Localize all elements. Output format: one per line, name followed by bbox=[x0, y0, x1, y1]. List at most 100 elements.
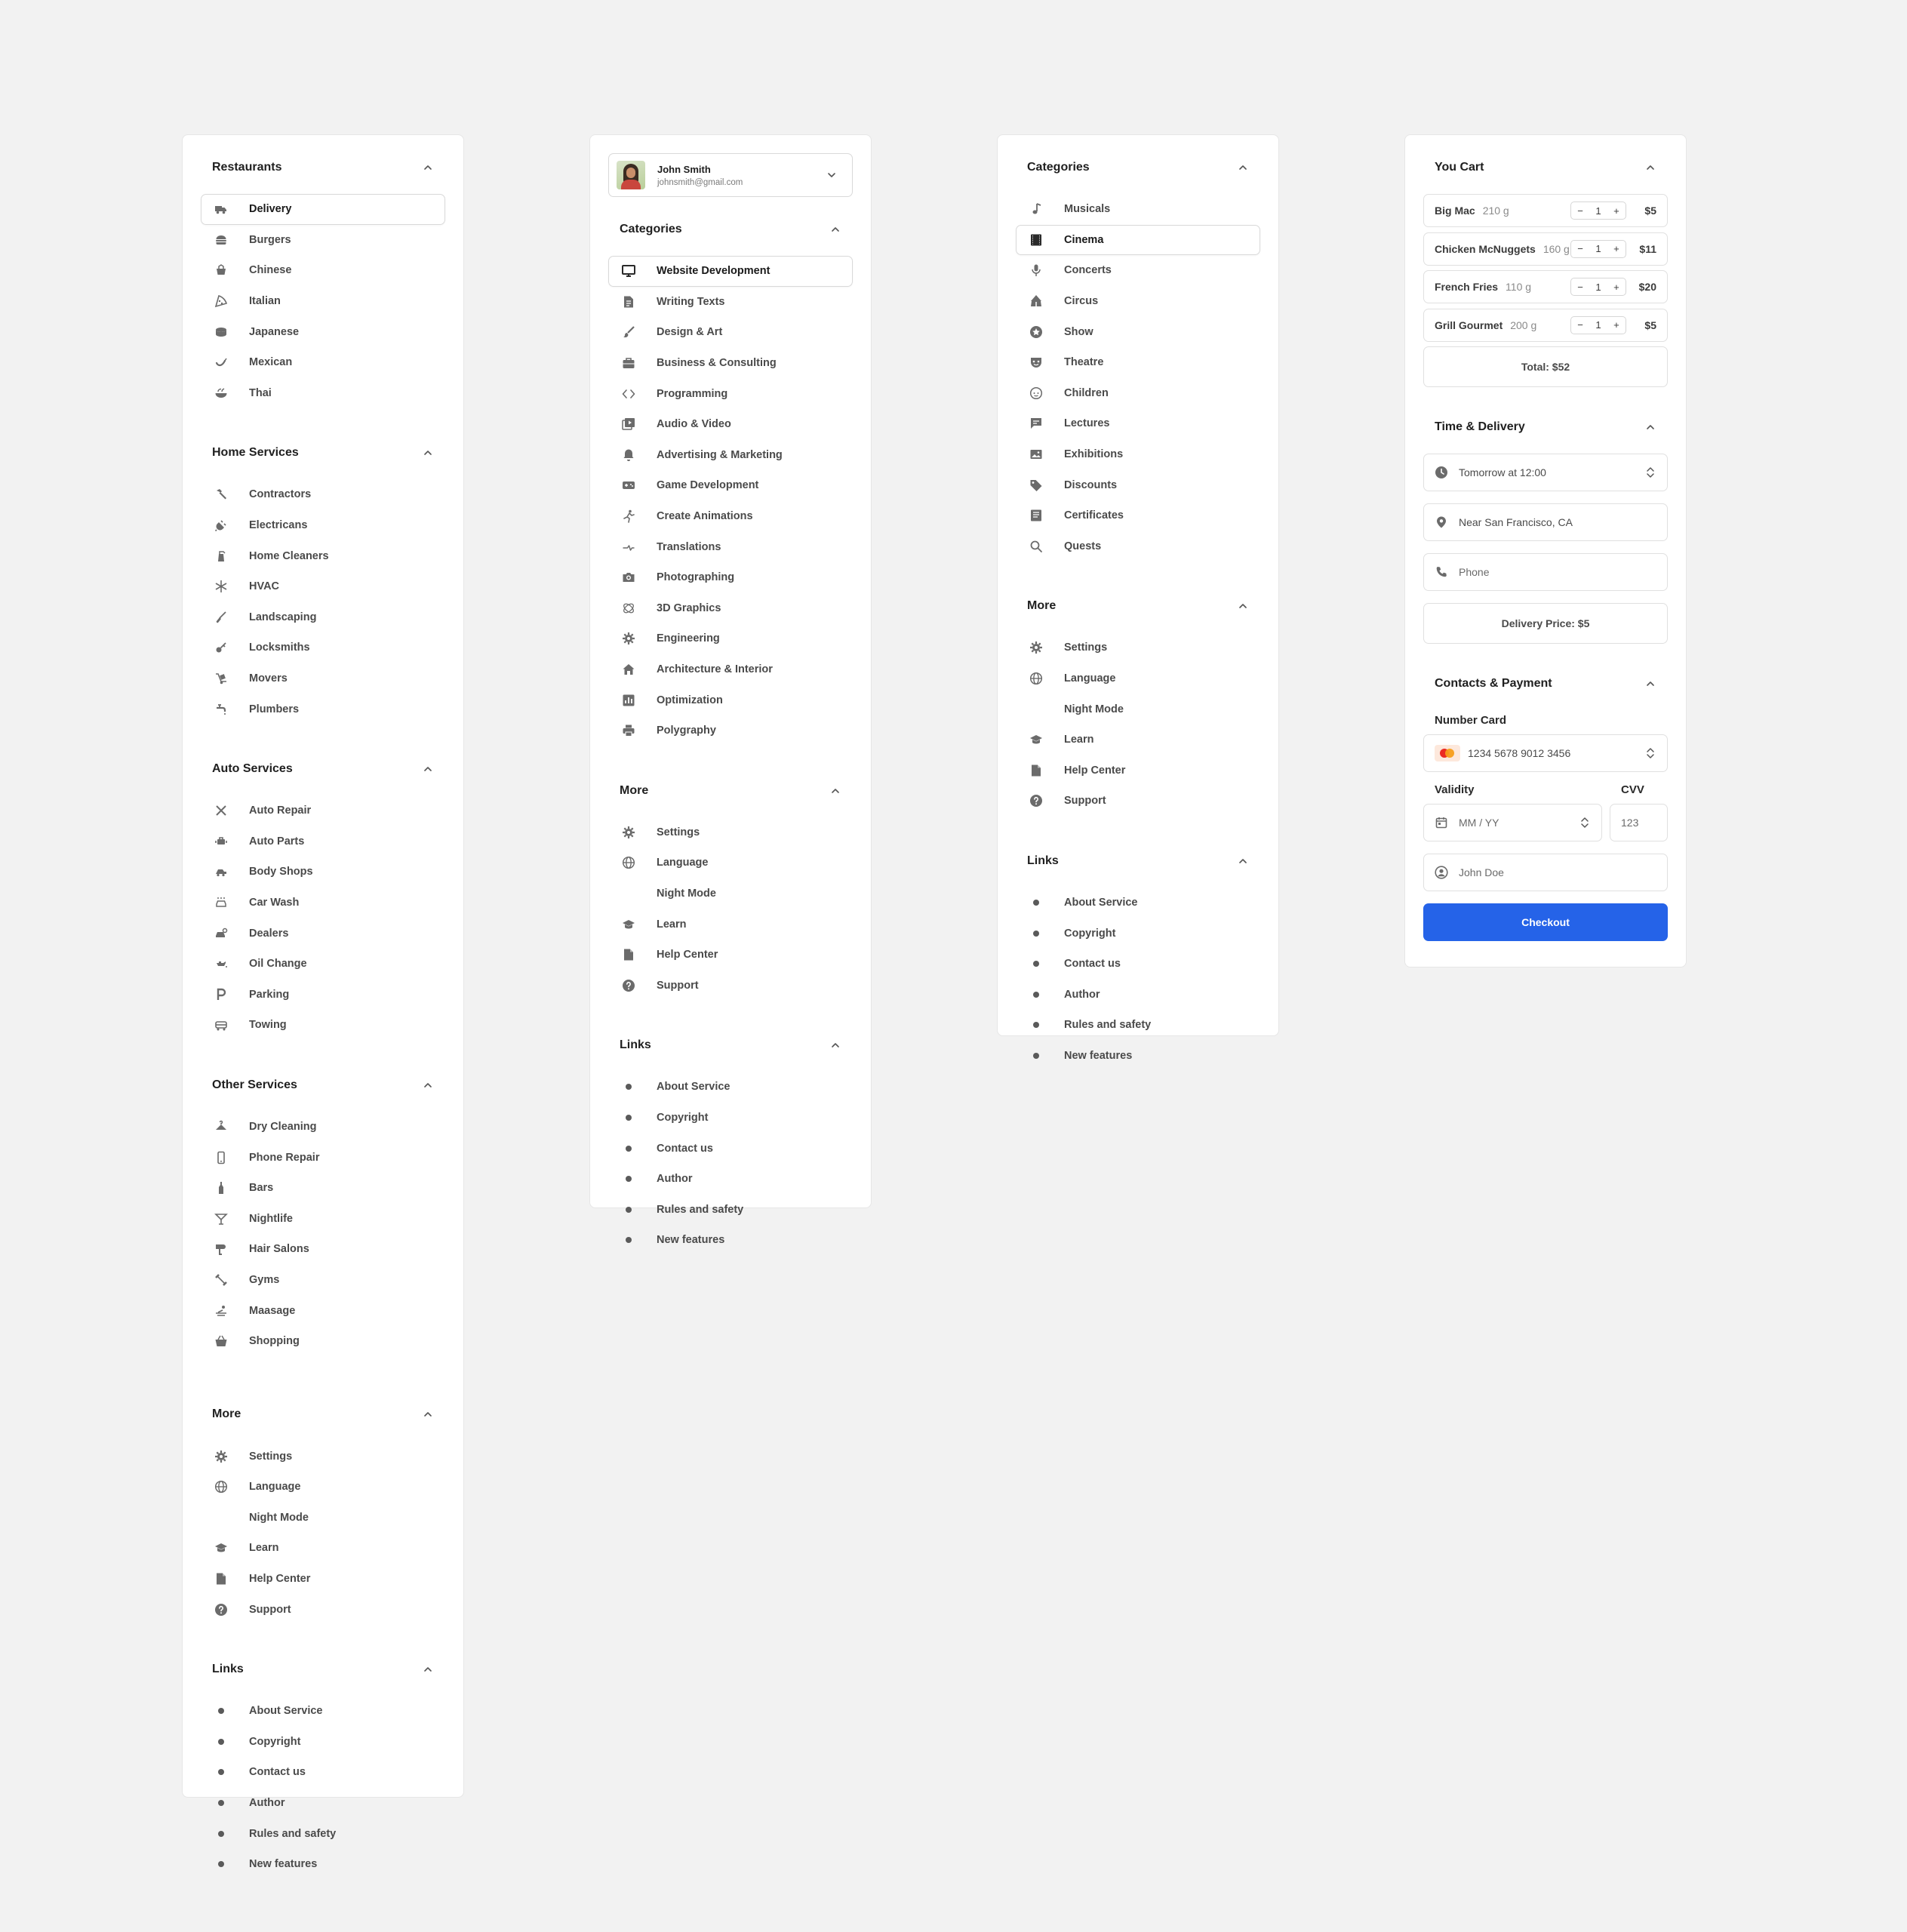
section-header-links[interactable]: Links bbox=[201, 1637, 445, 1702]
menu-item-photographing[interactable]: Photographing bbox=[608, 562, 853, 593]
menu-item-help-center[interactable]: Help Center bbox=[201, 1564, 445, 1595]
menu-item-japanese[interactable]: Japanese bbox=[201, 316, 445, 347]
menu-item-architecture-interior[interactable]: Architecture & Interior bbox=[608, 654, 853, 685]
menu-item-landscaping[interactable]: Landscaping bbox=[201, 602, 445, 633]
menu-item-rules-and-safety[interactable]: Rules and safety bbox=[1016, 1010, 1260, 1041]
user-account-switcher[interactable]: John Smith johnsmith@gmail.com bbox=[608, 153, 853, 197]
menu-item-dealers[interactable]: Dealers bbox=[201, 918, 445, 949]
menu-item-hvac[interactable]: HVAC bbox=[201, 571, 445, 602]
menu-item-quests[interactable]: Quests bbox=[1016, 531, 1260, 562]
section-header-more[interactable]: More bbox=[1016, 574, 1260, 638]
menu-item-chinese[interactable]: Chinese bbox=[201, 255, 445, 286]
menu-item-certificates[interactable]: Certificates bbox=[1016, 500, 1260, 531]
menu-item-audio-video[interactable]: Audio & Video bbox=[608, 409, 853, 440]
menu-item-gyms[interactable]: Gyms bbox=[201, 1265, 445, 1296]
checkout-button[interactable]: Checkout bbox=[1423, 903, 1668, 941]
menu-item-3d-graphics[interactable]: 3D Graphics bbox=[608, 593, 853, 624]
menu-item-author[interactable]: Author bbox=[201, 1788, 445, 1819]
menu-item-help-center[interactable]: Help Center bbox=[608, 940, 853, 971]
menu-item-contractors[interactable]: Contractors bbox=[201, 479, 445, 510]
menu-item-language[interactable]: Language bbox=[201, 1472, 445, 1503]
menu-item-body-shops[interactable]: Body Shops bbox=[201, 857, 445, 888]
menu-item-support[interactable]: Support bbox=[608, 970, 853, 1001]
menu-item-programming[interactable]: Programming bbox=[608, 378, 853, 409]
menu-item-lectures[interactable]: Lectures bbox=[1016, 408, 1260, 439]
decrement-button[interactable]: − bbox=[1577, 319, 1583, 331]
menu-item-oil-change[interactable]: Oil Change bbox=[201, 949, 445, 980]
menu-item-settings[interactable]: Settings bbox=[201, 1441, 445, 1472]
increment-button[interactable]: + bbox=[1613, 205, 1619, 217]
menu-item-copyright[interactable]: Copyright bbox=[608, 1103, 853, 1134]
menu-item-learn[interactable]: Learn bbox=[1016, 724, 1260, 755]
menu-item-dry-cleaning[interactable]: Dry Cleaning bbox=[201, 1112, 445, 1143]
menu-item-game-development[interactable]: Game Development bbox=[608, 470, 853, 501]
menu-item-hair-salons[interactable]: Hair Salons bbox=[201, 1234, 445, 1265]
menu-item-car-wash[interactable]: Car Wash bbox=[201, 888, 445, 918]
section-header-other-services[interactable]: Other Services bbox=[201, 1053, 445, 1118]
menu-item-shopping[interactable]: Shopping bbox=[201, 1326, 445, 1357]
increment-button[interactable]: + bbox=[1613, 281, 1619, 293]
menu-item-show[interactable]: Show bbox=[1016, 316, 1260, 347]
menu-item-copyright[interactable]: Copyright bbox=[1016, 918, 1260, 949]
menu-item-author[interactable]: Author bbox=[1016, 979, 1260, 1010]
menu-item-towing[interactable]: Towing bbox=[201, 1010, 445, 1041]
menu-item-auto-repair[interactable]: Auto Repair bbox=[201, 795, 445, 826]
menu-item-writing-texts[interactable]: Writing Texts bbox=[608, 287, 853, 318]
menu-item-contact-us[interactable]: Contact us bbox=[1016, 949, 1260, 980]
menu-item-phone-repair[interactable]: Phone Repair bbox=[201, 1142, 445, 1173]
menu-item-thai[interactable]: Thai bbox=[201, 378, 445, 409]
menu-item-mexican[interactable]: Mexican bbox=[201, 347, 445, 378]
menu-item-learn[interactable]: Learn bbox=[608, 909, 853, 940]
section-header-links[interactable]: Links bbox=[1016, 829, 1260, 894]
menu-item-copyright[interactable]: Copyright bbox=[201, 1727, 445, 1758]
menu-item-night-mode[interactable]: Night Mode bbox=[1016, 694, 1260, 724]
menu-item-exhibitions[interactable]: Exhibitions bbox=[1016, 439, 1260, 470]
menu-item-create-animations[interactable]: Create Animations bbox=[608, 501, 853, 532]
menu-item-new-features[interactable]: New features bbox=[1016, 1041, 1260, 1072]
menu-item-italian[interactable]: Italian bbox=[201, 286, 445, 317]
menu-item-language[interactable]: Language bbox=[608, 848, 853, 878]
decrement-button[interactable]: − bbox=[1577, 281, 1583, 293]
cvv-field[interactable]: 123 bbox=[1610, 804, 1668, 841]
menu-item-children[interactable]: Children bbox=[1016, 378, 1260, 409]
menu-item-movers[interactable]: Movers bbox=[201, 663, 445, 694]
menu-item-website-development[interactable]: Website Development bbox=[608, 256, 853, 287]
section-header-categories[interactable]: Categories bbox=[1016, 135, 1260, 200]
menu-item-parking[interactable]: Parking bbox=[201, 979, 445, 1010]
menu-item-new-features[interactable]: New features bbox=[608, 1225, 853, 1256]
menu-item-translations[interactable]: Translations bbox=[608, 531, 853, 562]
menu-item-maasage[interactable]: Maasage bbox=[201, 1295, 445, 1326]
menu-item-plumbers[interactable]: Plumbers bbox=[201, 694, 445, 724]
menu-item-settings[interactable]: Settings bbox=[1016, 632, 1260, 663]
section-header-more[interactable]: More bbox=[608, 758, 853, 823]
menu-item-circus[interactable]: Circus bbox=[1016, 286, 1260, 317]
menu-item-night-mode[interactable]: Night Mode bbox=[201, 1503, 445, 1534]
menu-item-rules-and-safety[interactable]: Rules and safety bbox=[608, 1194, 853, 1225]
section-header-categories[interactable]: Categories bbox=[608, 197, 853, 262]
menu-item-contact-us[interactable]: Contact us bbox=[608, 1133, 853, 1164]
cart-section-header[interactable]: You Cart bbox=[1423, 135, 1668, 200]
menu-item-design-art[interactable]: Design & Art bbox=[608, 317, 853, 348]
card-number-select[interactable]: 1234 5678 9012 3456 bbox=[1423, 734, 1668, 772]
increment-button[interactable]: + bbox=[1613, 319, 1619, 331]
menu-item-locksmiths[interactable]: Locksmiths bbox=[201, 632, 445, 663]
menu-item-bars[interactable]: Bars bbox=[201, 1173, 445, 1204]
menu-item-engineering[interactable]: Engineering bbox=[608, 623, 853, 654]
menu-item-business-consulting[interactable]: Business & Consulting bbox=[608, 348, 853, 379]
section-header-more[interactable]: More bbox=[201, 1382, 445, 1447]
increment-button[interactable]: + bbox=[1613, 243, 1619, 254]
decrement-button[interactable]: − bbox=[1577, 205, 1583, 217]
menu-item-burgers[interactable]: Burgers bbox=[201, 225, 445, 256]
menu-item-about-service[interactable]: About Service bbox=[608, 1072, 853, 1103]
menu-item-electricans[interactable]: Electricans bbox=[201, 510, 445, 541]
phone-field[interactable]: Phone bbox=[1423, 553, 1668, 591]
menu-item-concerts[interactable]: Concerts bbox=[1016, 255, 1260, 286]
menu-item-author[interactable]: Author bbox=[608, 1164, 853, 1195]
menu-item-cinema[interactable]: Cinema bbox=[1016, 224, 1260, 256]
decrement-button[interactable]: − bbox=[1577, 243, 1583, 254]
cardholder-name-field[interactable]: John Doe bbox=[1423, 854, 1668, 891]
menu-item-new-features[interactable]: New features bbox=[201, 1849, 445, 1880]
validity-select[interactable]: MM / YY bbox=[1423, 804, 1602, 841]
menu-item-theatre[interactable]: Theatre bbox=[1016, 347, 1260, 378]
menu-item-musicals[interactable]: Musicals bbox=[1016, 194, 1260, 225]
